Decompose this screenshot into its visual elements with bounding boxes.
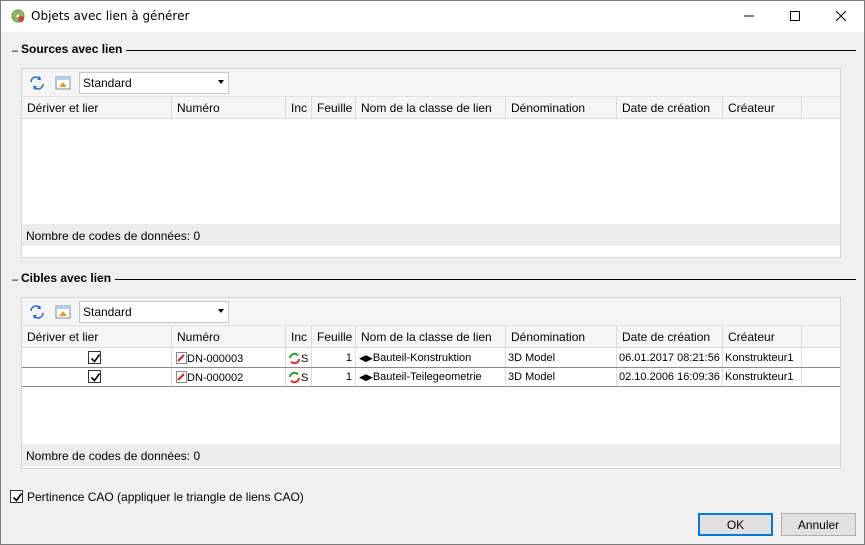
view-settings-icon[interactable] bbox=[54, 303, 72, 321]
ok-button[interactable]: OK bbox=[698, 513, 773, 536]
refresh-link-icon[interactable] bbox=[28, 303, 46, 321]
link-direction-icon: ◀▶ bbox=[359, 372, 373, 382]
derive-cell[interactable] bbox=[22, 349, 172, 367]
cad-relevance-label: Pertinence CAO (appliquer le triangle de… bbox=[27, 490, 304, 504]
checkmark-icon bbox=[90, 373, 101, 382]
link-class-value: Bauteil-Teilegeometrie bbox=[372, 371, 482, 383]
col-header-designation[interactable]: Dénomination bbox=[506, 326, 617, 348]
sources-view-value: Standard bbox=[83, 76, 132, 90]
cad-relevance-checkbox[interactable] bbox=[10, 490, 23, 503]
inc-cell: S bbox=[286, 368, 312, 386]
title-bar: Objets avec lien à générer bbox=[0, 0, 865, 32]
document-icon bbox=[176, 371, 187, 383]
refresh-link-icon[interactable] bbox=[28, 74, 46, 92]
targets-grid-header: Dériver et lier Numéro Inc Feuille Nom d… bbox=[22, 326, 840, 348]
number-value: DN-000002 bbox=[187, 372, 244, 384]
sources-record-count: Nombre de codes de données: 0 bbox=[22, 224, 840, 246]
col-header-created[interactable]: Date de création bbox=[617, 97, 723, 119]
close-button[interactable] bbox=[818, 0, 864, 32]
sources-group-title: Sources avec lien bbox=[18, 42, 127, 56]
minimize-icon bbox=[744, 15, 754, 17]
targets-record-count: Nombre de codes de données: 0 bbox=[22, 444, 840, 466]
sheet-cell: 1 bbox=[312, 349, 356, 367]
sources-group: – Sources avec lien Standard Dériver et … bbox=[12, 42, 856, 260]
app-link-icon bbox=[10, 8, 26, 24]
col-header-number[interactable]: Numéro bbox=[172, 97, 286, 119]
cad-relevance-option[interactable]: Pertinence CAO (appliquer le triangle de… bbox=[10, 489, 330, 505]
col-header-sheet[interactable]: Feuille bbox=[312, 326, 356, 348]
col-header-designation[interactable]: Dénomination bbox=[506, 97, 617, 119]
col-header-inc[interactable]: Inc bbox=[286, 97, 312, 119]
checkmark-icon bbox=[12, 493, 23, 502]
targets-panel: Standard Dériver et lier Numéro Inc Feui… bbox=[21, 297, 841, 469]
table-row[interactable]: DN-000002 S 1 ◀▶Bauteil-Teilegeometrie 3… bbox=[22, 368, 840, 387]
document-icon bbox=[176, 352, 187, 364]
inc-cell: S bbox=[286, 349, 312, 367]
col-header-link-class[interactable]: Nom de la classe de lien bbox=[356, 326, 506, 348]
maximize-button[interactable] bbox=[772, 0, 818, 32]
minimize-button[interactable] bbox=[726, 0, 772, 32]
creator-cell: Konstrukteur1 bbox=[723, 349, 802, 367]
col-header-derive[interactable]: Dériver et lier bbox=[22, 326, 172, 348]
link-class-value: Bauteil-Konstruktion bbox=[372, 352, 472, 364]
table-row[interactable]: DN-000003 S 1 ◀▶Bauteil-Konstruktion 3D … bbox=[22, 349, 840, 368]
targets-toolbar: Standard bbox=[22, 298, 840, 326]
creator-cell: Konstrukteur1 bbox=[723, 368, 802, 386]
link-direction-icon: ◀▶ bbox=[359, 353, 373, 363]
targets-view-value: Standard bbox=[83, 305, 132, 319]
col-header-number[interactable]: Numéro bbox=[172, 326, 286, 348]
col-header-inc[interactable]: Inc bbox=[286, 326, 312, 348]
created-cell: 06.01.2017 08:21:56 bbox=[617, 349, 723, 367]
derive-checkbox[interactable] bbox=[88, 351, 101, 364]
targets-group: – Cibles avec lien Standard Dériver et l… bbox=[12, 271, 856, 481]
derive-cell[interactable] bbox=[22, 368, 172, 386]
designation-cell: 3D Model bbox=[506, 368, 617, 386]
sources-group-header[interactable]: – Sources avec lien bbox=[12, 42, 856, 58]
view-settings-icon[interactable] bbox=[54, 74, 72, 92]
maximize-icon bbox=[790, 11, 800, 21]
sources-grid-header: Dériver et lier Numéro Inc Feuille Nom d… bbox=[22, 97, 840, 119]
targets-group-header[interactable]: – Cibles avec lien bbox=[12, 271, 856, 287]
created-cell: 02.10.2006 16:09:36 bbox=[617, 368, 723, 386]
link-class-cell: ◀▶Bauteil-Teilegeometrie bbox=[356, 368, 506, 386]
cancel-button[interactable]: Annuler bbox=[781, 513, 856, 536]
derive-checkbox[interactable] bbox=[88, 370, 101, 383]
col-header-creator[interactable]: Créateur bbox=[723, 97, 802, 119]
checkmark-icon bbox=[90, 354, 101, 363]
designation-cell: 3D Model bbox=[506, 349, 617, 367]
sync-status-icon bbox=[289, 371, 300, 384]
inc-value: S bbox=[301, 353, 309, 365]
number-cell: DN-000002 bbox=[172, 368, 286, 386]
col-header-created[interactable]: Date de création bbox=[617, 326, 723, 348]
targets-view-select[interactable]: Standard bbox=[79, 301, 229, 323]
link-class-cell: ◀▶Bauteil-Konstruktion bbox=[356, 349, 506, 367]
number-value: DN-000003 bbox=[187, 353, 244, 365]
inc-value: S bbox=[301, 372, 309, 384]
col-header-derive[interactable]: Dériver et lier bbox=[22, 97, 172, 119]
targets-group-title: Cibles avec lien bbox=[18, 271, 116, 285]
group-divider bbox=[12, 50, 856, 51]
col-header-link-class[interactable]: Nom de la classe de lien bbox=[356, 97, 506, 119]
chevron-down-icon bbox=[218, 309, 224, 313]
sync-status-icon bbox=[289, 352, 300, 365]
sources-toolbar: Standard bbox=[22, 69, 840, 97]
close-icon bbox=[836, 11, 846, 21]
sheet-cell: 1 bbox=[312, 368, 356, 386]
window-title: Objets avec lien à générer bbox=[31, 9, 190, 23]
col-header-creator[interactable]: Créateur bbox=[723, 326, 802, 348]
chevron-down-icon bbox=[218, 80, 224, 84]
number-cell: DN-000003 bbox=[172, 349, 286, 367]
col-header-sheet[interactable]: Feuille bbox=[312, 97, 356, 119]
sources-panel: Standard Dériver et lier Numéro Inc Feui… bbox=[21, 68, 841, 258]
sources-view-select[interactable]: Standard bbox=[79, 72, 229, 94]
group-divider bbox=[12, 279, 856, 280]
